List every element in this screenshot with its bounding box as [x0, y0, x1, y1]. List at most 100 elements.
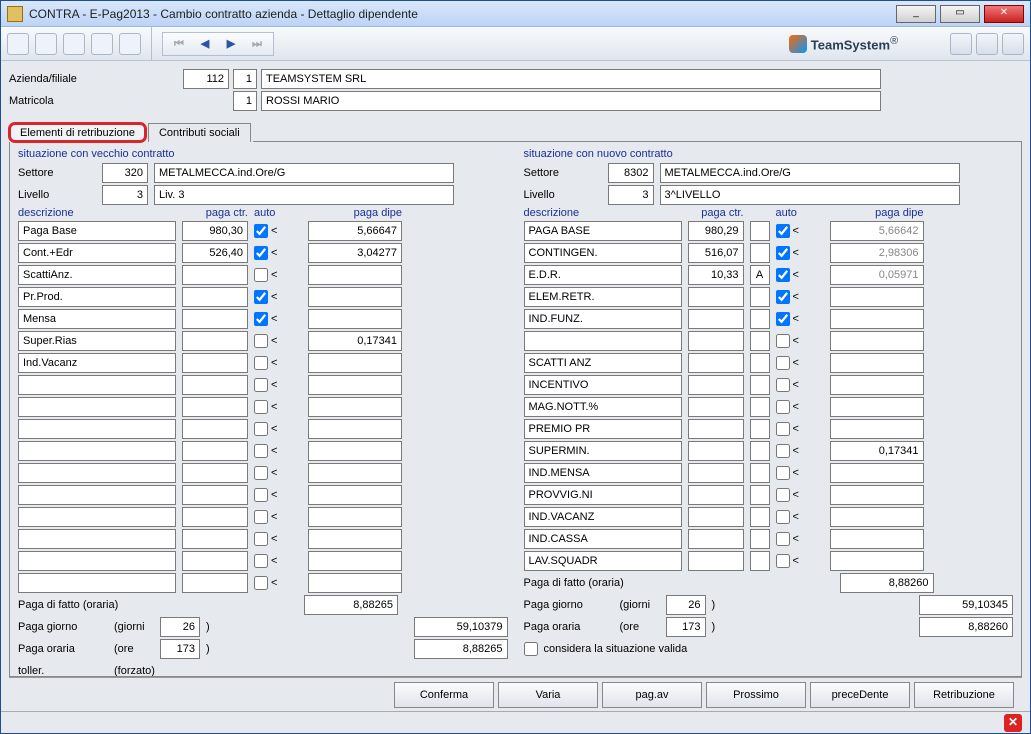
- left-desc-input[interactable]: [18, 441, 176, 461]
- left-paga-input[interactable]: [182, 507, 248, 527]
- left-desc-input[interactable]: [18, 573, 176, 593]
- left-paga-input[interactable]: [182, 485, 248, 505]
- left-desc-input[interactable]: [18, 529, 176, 549]
- right-auto-checkbox[interactable]: [776, 532, 790, 546]
- right-dipe-input[interactable]: [830, 441, 924, 461]
- right-auto-checkbox[interactable]: [776, 356, 790, 370]
- nav-next-icon[interactable]: ▶: [223, 36, 239, 52]
- left-paga-input[interactable]: [182, 573, 248, 593]
- close-button[interactable]: ✕: [984, 5, 1024, 23]
- right-po-value[interactable]: [919, 617, 1013, 637]
- azienda-sub-input[interactable]: [233, 69, 257, 89]
- right-pdf-value[interactable]: [840, 573, 934, 593]
- left-paga-input[interactable]: [182, 265, 248, 285]
- left-desc-input[interactable]: [18, 331, 176, 351]
- right-dipe-input[interactable]: [830, 353, 924, 373]
- left-dipe-input[interactable]: [308, 243, 402, 263]
- left-auto-checkbox[interactable]: [254, 510, 268, 524]
- toolbar-help-icon[interactable]: [119, 33, 141, 55]
- right-desc-input[interactable]: [524, 309, 682, 329]
- right-dipe-input[interactable]: [830, 287, 924, 307]
- left-dipe-input[interactable]: [308, 485, 402, 505]
- right-auto-checkbox[interactable]: [776, 378, 790, 392]
- left-auto-checkbox[interactable]: [254, 356, 268, 370]
- toolbar-right-3[interactable]: [1002, 33, 1024, 55]
- right-extra-input[interactable]: [750, 331, 770, 351]
- left-settore-name[interactable]: [154, 163, 454, 183]
- left-auto-checkbox[interactable]: [254, 246, 268, 260]
- left-paga-input[interactable]: [182, 441, 248, 461]
- tab-elementi-retribuzione[interactable]: Elementi di retribuzione: [9, 123, 146, 142]
- right-auto-checkbox[interactable]: [776, 554, 790, 568]
- right-livello-name[interactable]: [660, 185, 960, 205]
- toolbar-right-2[interactable]: [976, 33, 998, 55]
- right-paga-input[interactable]: [688, 551, 744, 571]
- right-extra-input[interactable]: [750, 507, 770, 527]
- left-desc-input[interactable]: [18, 243, 176, 263]
- right-paga-input[interactable]: [688, 353, 744, 373]
- right-paga-input[interactable]: [688, 529, 744, 549]
- right-extra-input[interactable]: [750, 397, 770, 417]
- retribuzione-button[interactable]: Retribuzione: [914, 682, 1014, 708]
- left-auto-checkbox[interactable]: [254, 312, 268, 326]
- right-po-hours[interactable]: [666, 617, 706, 637]
- left-dipe-input[interactable]: [308, 265, 402, 285]
- left-auto-checkbox[interactable]: [254, 554, 268, 568]
- toolbar-export-icon[interactable]: [91, 33, 113, 55]
- left-paga-input[interactable]: [182, 529, 248, 549]
- left-auto-checkbox[interactable]: [254, 224, 268, 238]
- right-dipe-input[interactable]: [830, 221, 924, 241]
- right-auto-checkbox[interactable]: [776, 466, 790, 480]
- right-auto-checkbox[interactable]: [776, 224, 790, 238]
- left-auto-checkbox[interactable]: [254, 488, 268, 502]
- left-desc-input[interactable]: [18, 485, 176, 505]
- right-desc-input[interactable]: [524, 375, 682, 395]
- right-dipe-input[interactable]: [830, 551, 924, 571]
- conferma-button[interactable]: Conferma: [394, 682, 494, 708]
- left-paga-input[interactable]: [182, 287, 248, 307]
- left-paga-input[interactable]: [182, 419, 248, 439]
- varia-button[interactable]: Varia: [498, 682, 598, 708]
- toolbar-btn-1[interactable]: [7, 33, 29, 55]
- left-dipe-input[interactable]: [308, 551, 402, 571]
- matricola-code-input[interactable]: [233, 91, 257, 111]
- left-paga-input[interactable]: [182, 353, 248, 373]
- left-paga-input[interactable]: [182, 463, 248, 483]
- right-extra-input[interactable]: [750, 441, 770, 461]
- right-desc-input[interactable]: [524, 331, 682, 351]
- right-auto-checkbox[interactable]: [776, 444, 790, 458]
- left-paga-input[interactable]: [182, 397, 248, 417]
- left-auto-checkbox[interactable]: [254, 400, 268, 414]
- left-auto-checkbox[interactable]: [254, 466, 268, 480]
- right-dipe-input[interactable]: [830, 397, 924, 417]
- right-extra-input[interactable]: [750, 287, 770, 307]
- right-desc-input[interactable]: [524, 419, 682, 439]
- right-dipe-input[interactable]: [830, 375, 924, 395]
- right-extra-input[interactable]: [750, 551, 770, 571]
- nav-last-icon[interactable]: ⏭: [249, 36, 265, 52]
- azienda-code-input[interactable]: [183, 69, 229, 89]
- matricola-name-input[interactable]: [261, 91, 881, 111]
- left-desc-input[interactable]: [18, 287, 176, 307]
- left-pdf-value[interactable]: [304, 595, 398, 615]
- considera-valida-checkbox[interactable]: [524, 642, 538, 656]
- left-desc-input[interactable]: [18, 551, 176, 571]
- nav-first-icon[interactable]: ⏮: [171, 36, 187, 52]
- left-auto-checkbox[interactable]: [254, 290, 268, 304]
- right-auto-checkbox[interactable]: [776, 488, 790, 502]
- left-auto-checkbox[interactable]: [254, 378, 268, 392]
- right-settore-code[interactable]: [608, 163, 654, 183]
- left-livello-name[interactable]: [154, 185, 454, 205]
- left-dipe-input[interactable]: [308, 375, 402, 395]
- left-dipe-input[interactable]: [308, 331, 402, 351]
- right-auto-checkbox[interactable]: [776, 510, 790, 524]
- left-desc-input[interactable]: [18, 309, 176, 329]
- right-dipe-input[interactable]: [830, 309, 924, 329]
- left-desc-input[interactable]: [18, 463, 176, 483]
- left-livello-code[interactable]: [102, 185, 148, 205]
- nav-prev-icon[interactable]: ◀: [197, 36, 213, 52]
- left-po-value[interactable]: [414, 639, 508, 659]
- left-dipe-input[interactable]: [308, 463, 402, 483]
- left-dipe-input[interactable]: [308, 287, 402, 307]
- left-auto-checkbox[interactable]: [254, 422, 268, 436]
